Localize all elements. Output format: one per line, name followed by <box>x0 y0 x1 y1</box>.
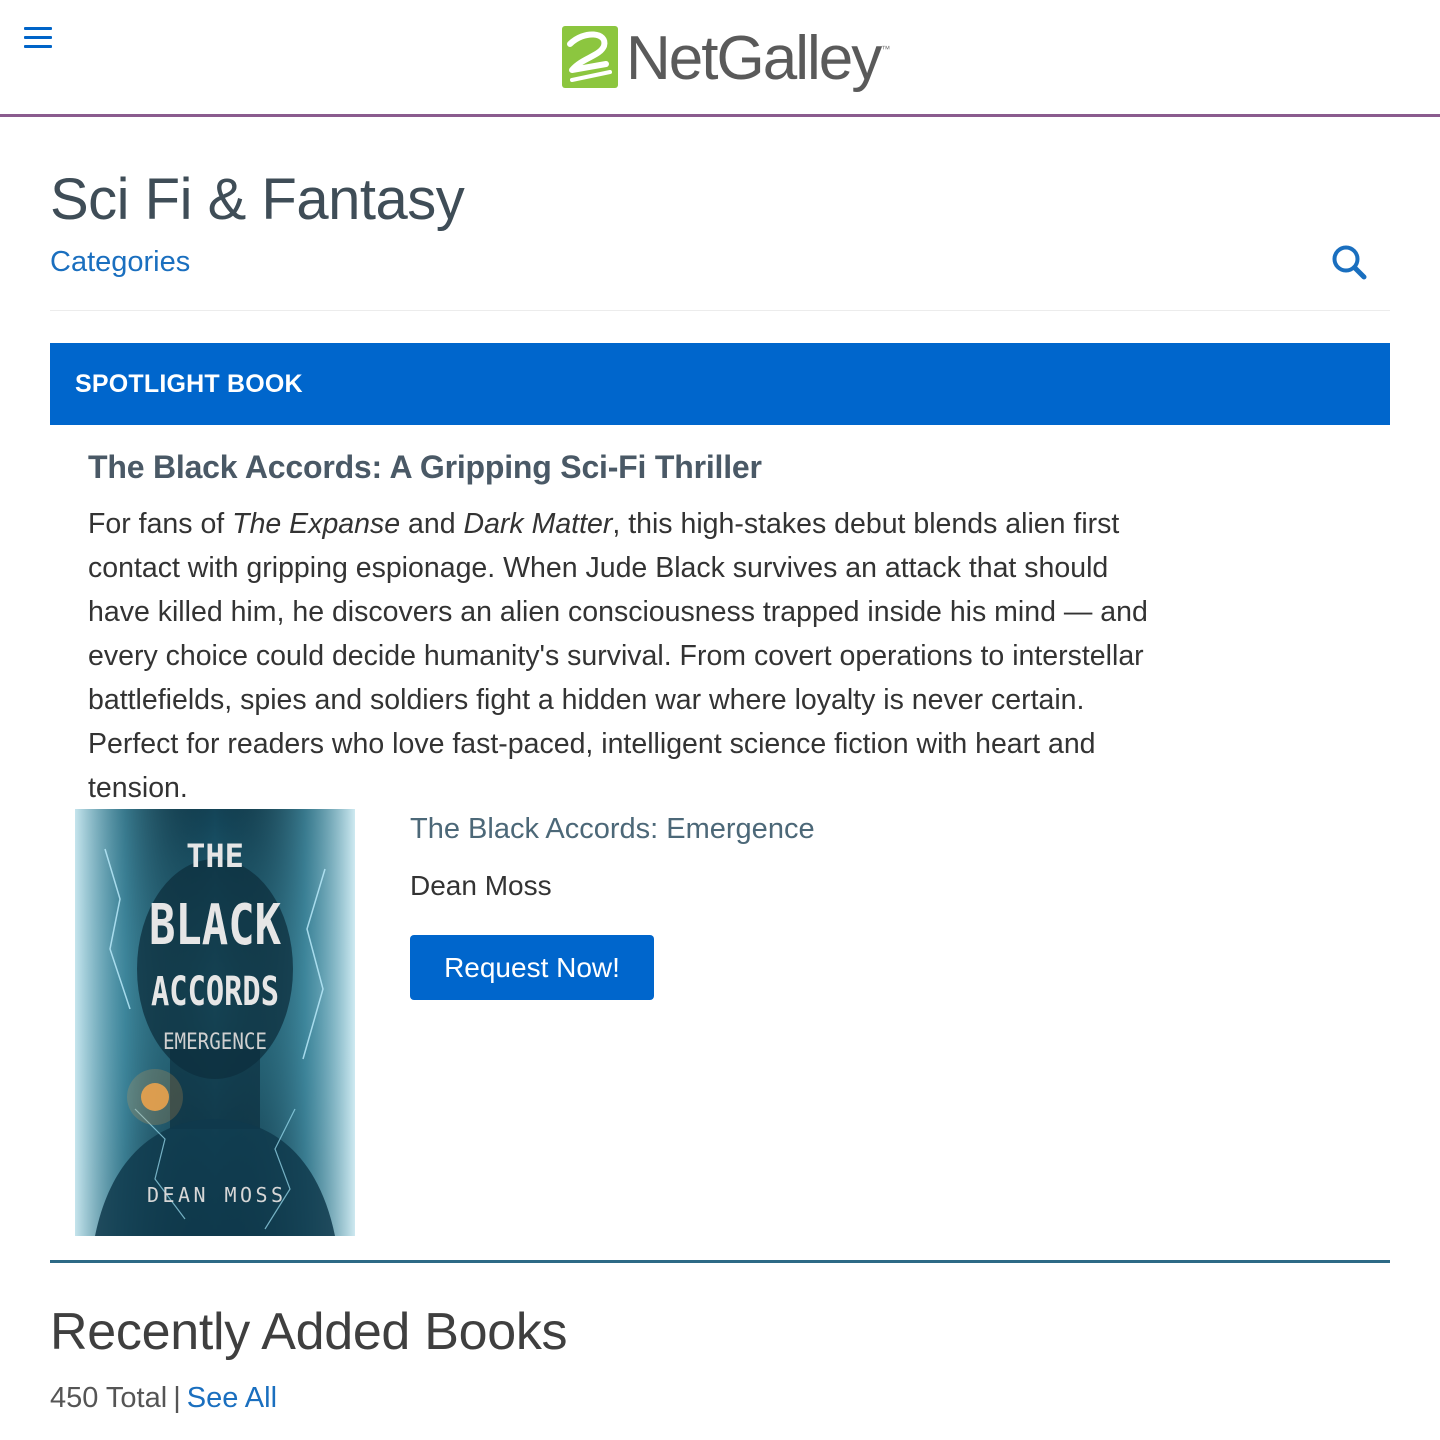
book-title-link[interactable]: The Black Accords: Emergence <box>410 813 815 846</box>
logo-trademark: ™ <box>881 44 891 54</box>
cover-title-the: THE <box>186 837 244 875</box>
spotlight-banner: SPOTLIGHT BOOK <box>50 343 1390 425</box>
total-count: 450 Total <box>50 1382 168 1414</box>
cover-title-black: BLACK <box>149 893 281 958</box>
italic-title-dark-matter: Dark Matter <box>463 508 613 540</box>
logo-wordmark: NetGalley <box>626 24 882 93</box>
spotlight-bottom-divider <box>50 1260 1390 1263</box>
top-navigation-bar: NetGalley ™ <box>0 0 1440 117</box>
request-now-button[interactable]: Request Now! <box>410 935 654 1000</box>
netgalley-logo-mark-icon <box>562 26 618 88</box>
netgalley-logo[interactable]: NetGalley ™ <box>562 22 890 92</box>
book-cover-image[interactable]: THE BLACK ACCORDS EMERGENCE DEAN MOSS <box>75 809 355 1236</box>
recently-added-meta: 450 Total | See All <box>50 1382 277 1415</box>
meta-separator: | <box>173 1382 181 1414</box>
see-all-link[interactable]: See All <box>187 1382 277 1414</box>
recently-added-heading: Recently Added Books <box>50 1303 568 1361</box>
book-author: Dean Moss <box>410 870 552 901</box>
page-title: Sci Fi & Fantasy <box>50 167 465 232</box>
spotlight-description: For fans of The Expanse and Dark Matter,… <box>88 508 1148 804</box>
hamburger-menu-icon[interactable] <box>24 27 52 51</box>
categories-link[interactable]: Categories <box>50 246 190 279</box>
search-icon[interactable] <box>1330 243 1370 283</box>
cover-author: DEAN MOSS <box>147 1183 283 1207</box>
cover-subtitle-emergence: EMERGENCE <box>163 1030 267 1055</box>
cover-title-accords: ACCORDS <box>151 969 279 1015</box>
section-divider <box>50 310 1390 311</box>
italic-title-expanse: The Expanse <box>232 508 401 540</box>
spotlight-headline: The Black Accords: A Gripping Sci-Fi Thr… <box>88 449 762 485</box>
